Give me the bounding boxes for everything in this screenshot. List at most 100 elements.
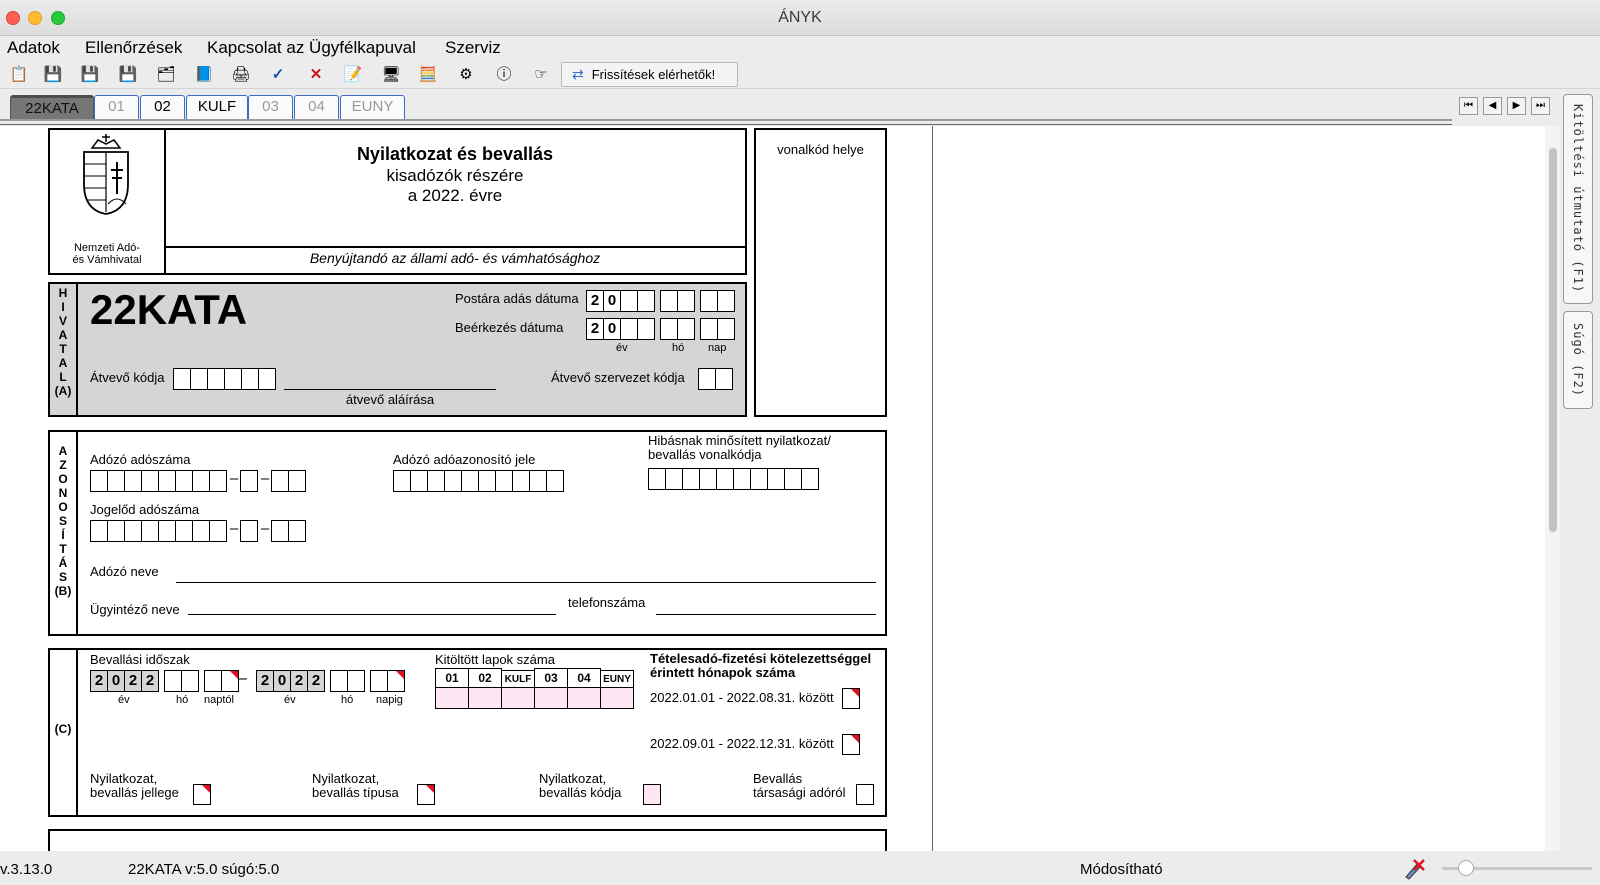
decl-code-label-line2: bevallás kódja — [539, 785, 622, 800]
vertical-scrollbar[interactable] — [1545, 126, 1560, 851]
period-label: Bevallási időszak — [90, 652, 190, 667]
tax-number-label: Adózó adószáma — [90, 452, 191, 467]
decl-nature-field[interactable] — [193, 784, 211, 805]
arrival-date-label: Beérkezés dátuma — [455, 320, 564, 335]
tab-filling-guide[interactable]: Kitöltési útmutató (F1) — [1563, 94, 1593, 304]
prev-page-button[interactable]: ◀ — [1483, 97, 1502, 115]
dash: – — [260, 470, 270, 487]
vertical-scroll-thumb[interactable] — [1549, 148, 1557, 532]
pages-col-02: 02 — [468, 668, 502, 688]
tab-22kata[interactable]: 22KATA — [10, 95, 94, 119]
save-icon[interactable]: 💾 — [42, 63, 64, 85]
barcode-place-label: vonalkód helye — [777, 142, 864, 157]
post-date-field[interactable]: 20 — [586, 290, 735, 312]
tax-id-field[interactable] — [393, 470, 564, 492]
side-letter: S — [58, 570, 67, 584]
import-icon[interactable]: 🗂 — [155, 63, 177, 85]
period-to-field[interactable]: 2022 — [256, 670, 405, 692]
settings-icon[interactable]: ⚙ — [455, 63, 477, 85]
print-icon[interactable]: 🖨 — [230, 63, 252, 85]
flat-tax-title-line2: érintett hónapok száma — [650, 665, 796, 680]
tab-euny[interactable]: EUNY — [340, 95, 405, 119]
save-close-icon[interactable]: 💾 — [79, 63, 101, 85]
taxpayer-name-label: Adózó neve — [90, 564, 159, 579]
arrival-date-field[interactable]: 20 — [586, 318, 735, 340]
page-edge-line — [932, 126, 933, 851]
post-date-label: Postára adás dátuma — [455, 291, 579, 306]
post-year-digit-1: 2 — [586, 290, 604, 312]
no-edit-pencil-icon[interactable] — [1402, 857, 1426, 881]
decl-nature-label-line1: Nyilatkozat, — [90, 771, 158, 786]
period-dash: – — [238, 670, 247, 687]
pages-filled-label: Kitöltött lapok száma — [435, 652, 555, 667]
menu-ugyfelkapu[interactable]: Kapcsolat az Ügyfélkapuval — [207, 38, 416, 58]
updates-available-label: Frissítések elérhetők! — [591, 67, 716, 82]
pointer-icon[interactable]: ☞ — [530, 63, 552, 85]
receiver-code-field[interactable] — [173, 368, 276, 390]
menu-szerviz[interactable]: Szerviz — [445, 38, 501, 58]
signature-line — [284, 389, 496, 390]
faulty-barcode-field[interactable] — [648, 468, 819, 490]
from-year-digit: 2 — [90, 670, 108, 692]
decl-type-label-line1: Nyilatkozat, — [312, 771, 380, 786]
side-letter: H — [58, 286, 68, 300]
menu-ellenorzesek[interactable]: Ellenőrzések — [85, 38, 182, 58]
refresh-icon: ⇄ — [572, 66, 584, 82]
save-as-icon[interactable]: 💾 — [117, 63, 139, 85]
arrival-year-digit-2: 0 — [603, 318, 621, 340]
receiver-org-code-field[interactable] — [698, 368, 733, 390]
logo-caption-line2: és Vámhivatal — [72, 254, 142, 266]
monitor-icon[interactable]: 🖥 — [380, 63, 402, 85]
section-c-period: (C) Bevallási időszak 2022 – 2022 év hó … — [48, 648, 887, 817]
form-year: a 2022. évre — [407, 186, 503, 205]
check-icon[interactable]: ✓ — [267, 63, 289, 85]
title-bar: ÁNYK — [0, 0, 1600, 36]
note-icon[interactable]: 📝 — [342, 63, 364, 85]
range-2-months-field[interactable] — [842, 734, 860, 755]
updates-available-button[interactable]: ⇄ Frissítések elérhetők! — [561, 62, 738, 87]
date-unit-month: hó — [672, 342, 685, 354]
form-canvas: Nemzeti Adó- és Vámhivatal Nyilatkozat é… — [0, 126, 1545, 851]
predecessor-tax-number-label: Jogelőd adószáma — [90, 502, 200, 517]
zoom-slider-thumb[interactable] — [1458, 860, 1474, 876]
tab-02[interactable]: 02 — [140, 95, 185, 119]
info-icon[interactable]: ⓘ — [493, 63, 515, 85]
last-page-button[interactable]: ⏭ — [1531, 97, 1550, 115]
decl-code-field[interactable] — [643, 784, 661, 805]
calculator-icon[interactable]: 🧮 — [417, 63, 439, 85]
tab-help[interactable]: Súgó (F2) — [1563, 311, 1593, 409]
from-unit-month: hó — [176, 694, 189, 706]
range-1-months-field[interactable] — [842, 688, 860, 709]
filling-guide-label: Kitöltési útmutató (F1) — [1571, 104, 1585, 294]
tab-04[interactable]: 04 — [294, 95, 339, 119]
taxpayer-name-field[interactable] — [176, 582, 876, 583]
first-page-button[interactable]: ⏮ — [1459, 97, 1478, 115]
post-year-digit-2: 0 — [603, 290, 621, 312]
side-letter: T — [59, 342, 67, 356]
predecessor-tax-number-field[interactable]: – – — [90, 520, 306, 542]
form-header: Nemzeti Adó- és Vámhivatal Nyilatkozat é… — [48, 128, 747, 275]
date-unit-year: év — [616, 342, 628, 354]
corp-tax-field[interactable] — [856, 784, 874, 805]
next-page-button[interactable]: ▶ — [1507, 97, 1526, 115]
phone-field[interactable] — [656, 614, 876, 615]
receiver-signature-label: átvevő aláírása — [345, 392, 435, 407]
new-icon[interactable]: 📋 — [8, 63, 30, 85]
tab-kulf[interactable]: KULF — [186, 95, 248, 119]
decl-type-field[interactable] — [417, 784, 435, 805]
form-icon[interactable]: 📘 — [193, 63, 215, 85]
date-unit-day: nap — [708, 342, 727, 354]
tax-number-field[interactable]: – – — [90, 470, 306, 492]
delete-icon[interactable]: ✕ — [305, 63, 327, 85]
period-from-field[interactable]: 2022 — [90, 670, 239, 692]
from-unit-day: naptól — [204, 694, 234, 706]
pages-col-03: 03 — [534, 668, 568, 688]
administrator-name-label: Ügyintéző neve — [90, 602, 180, 617]
help-label: Súgó (F2) — [1571, 322, 1585, 398]
side-letter: (B) — [54, 584, 72, 598]
menu-adatok[interactable]: Adatok — [7, 38, 60, 58]
tab-03[interactable]: 03 — [248, 95, 293, 119]
administrator-name-field[interactable] — [188, 614, 556, 615]
toolbar: 📋 💾 💾 💾 🗂 📘 🖨 ✓ ✕ 📝 🖥 🧮 ⚙ ⓘ ☞ ⇄ Frissíté… — [0, 60, 1600, 89]
tab-01[interactable]: 01 — [94, 95, 139, 119]
